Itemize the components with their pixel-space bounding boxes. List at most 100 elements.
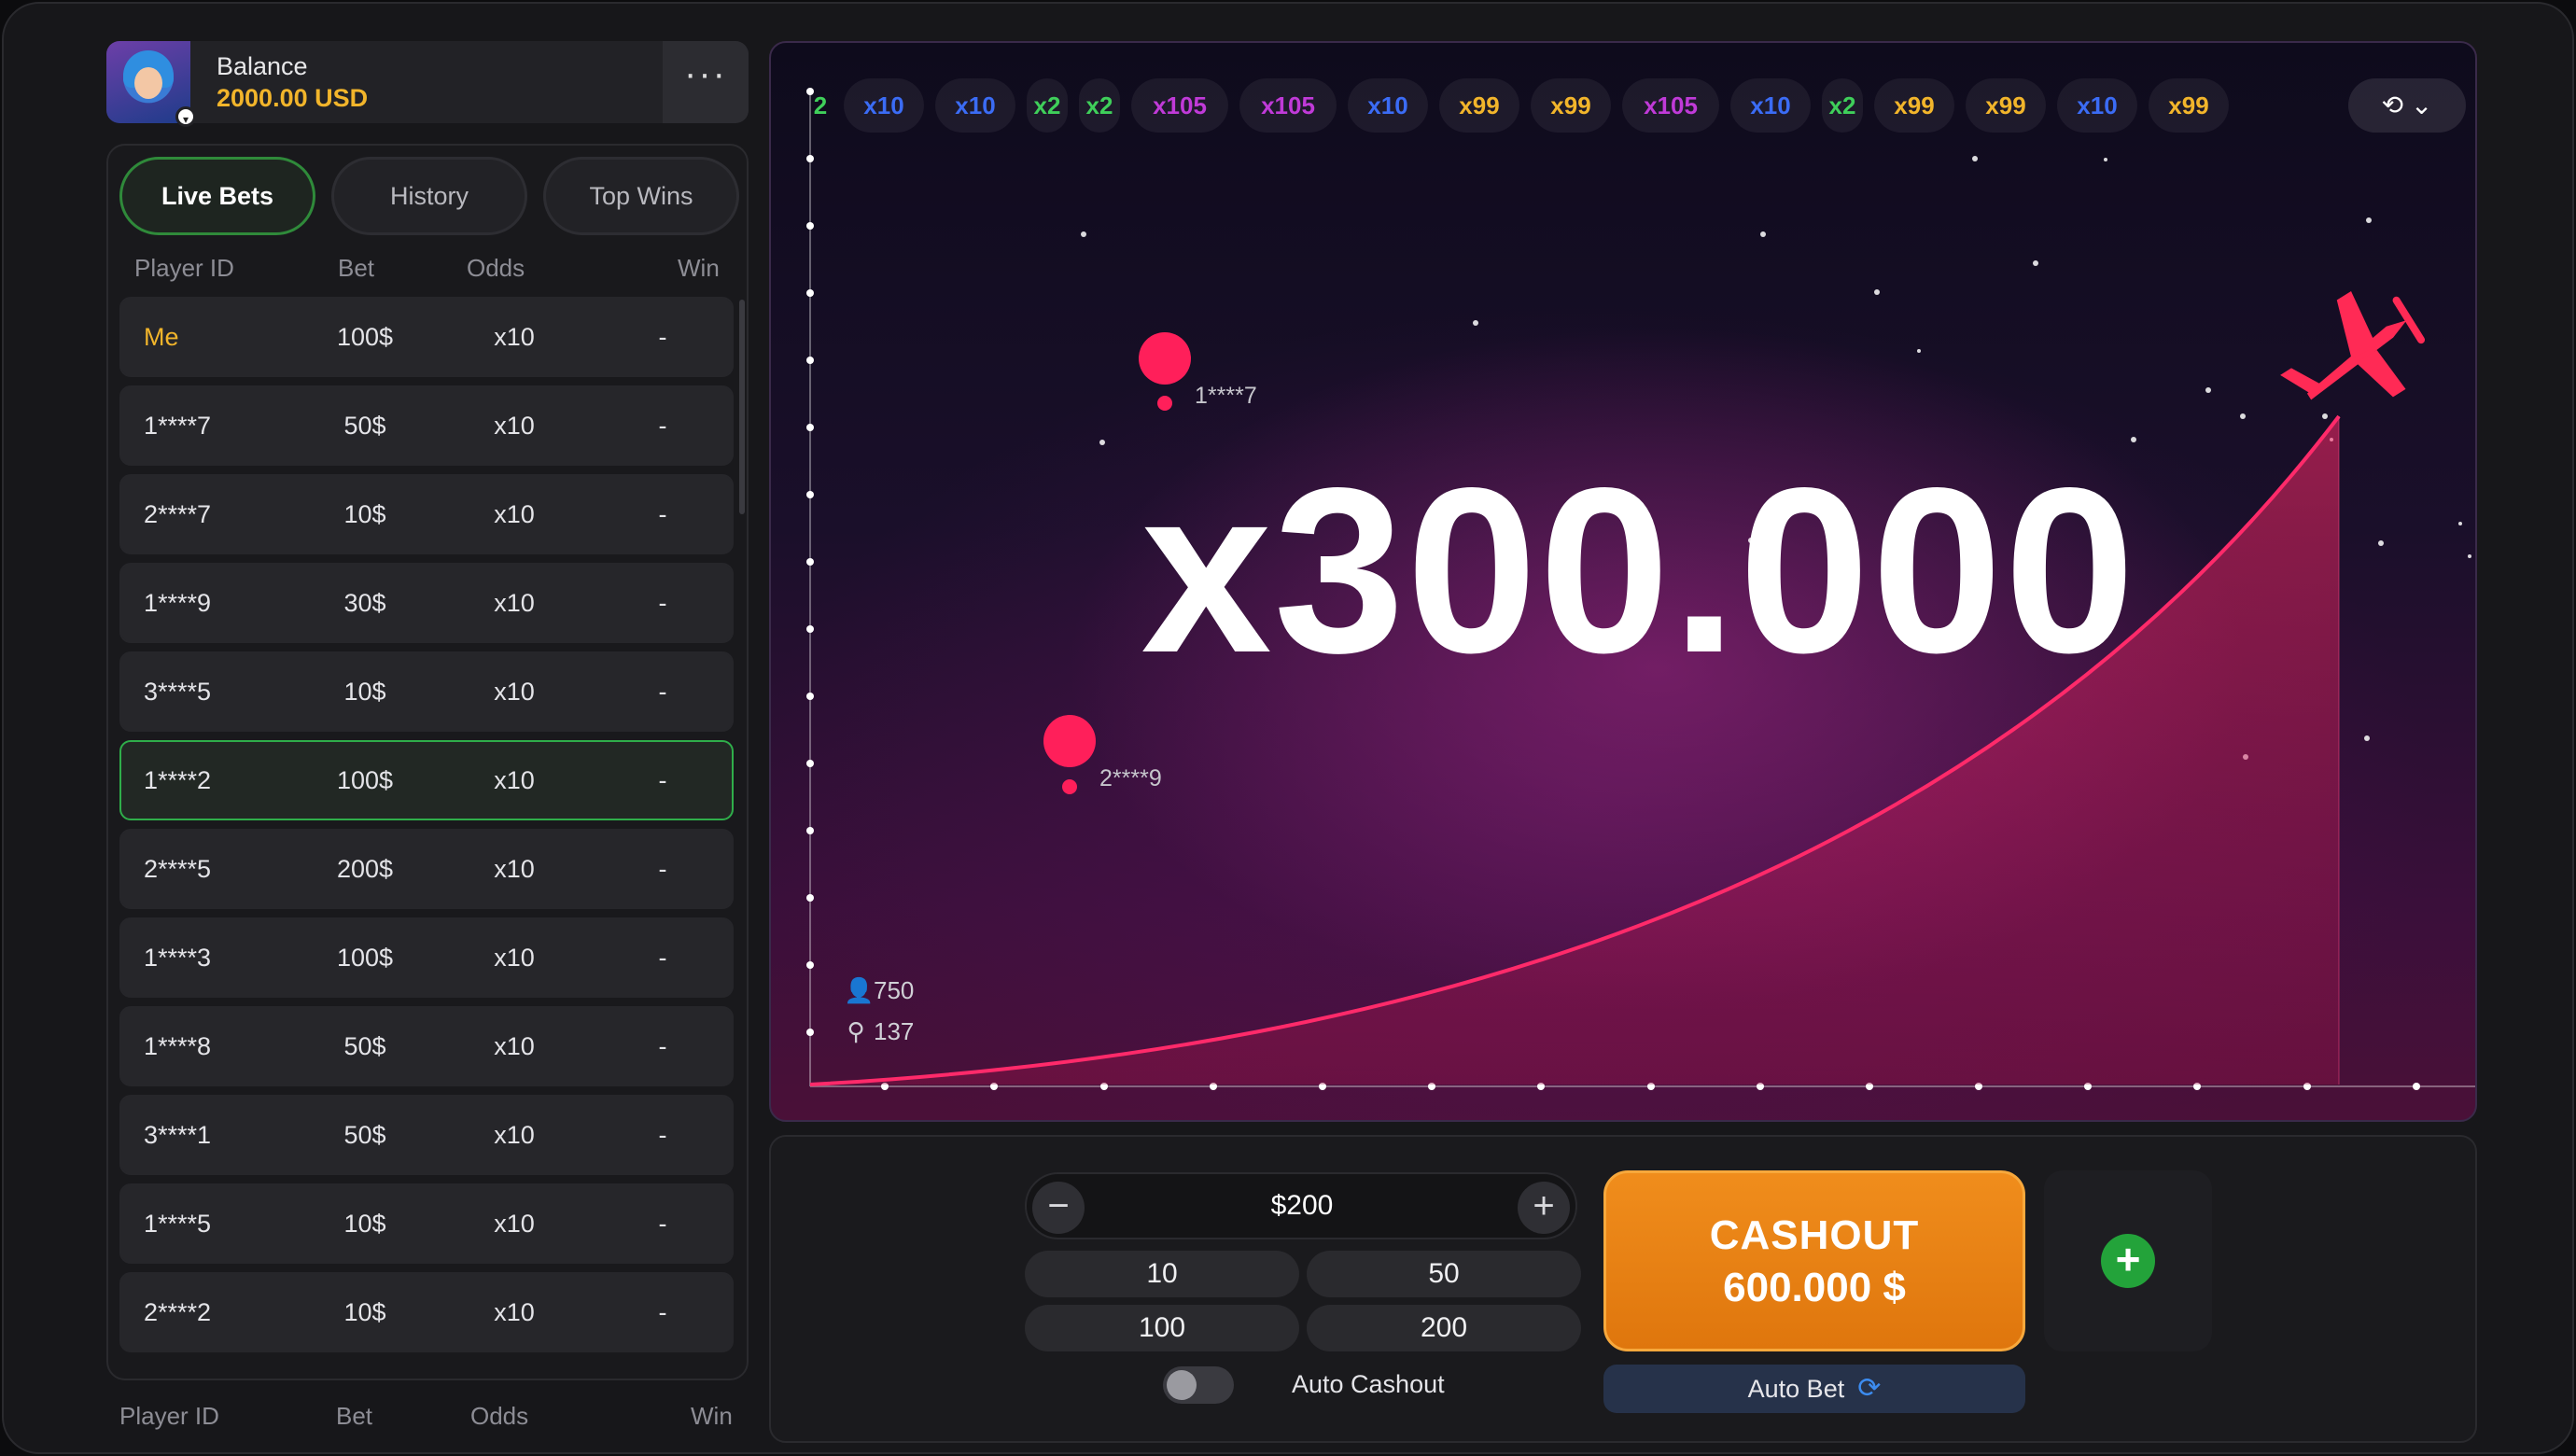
row-bet: 50$ [343,1121,386,1149]
table-row[interactable]: 3****1 50$ x10 - [119,1095,734,1175]
history-chip: x2 [1027,78,1068,133]
column-bet: Bet [338,254,375,282]
add-bet-panel: + [2044,1170,2212,1351]
chevron-down-icon: ⌄ [2410,91,2433,119]
row-player-id: 3****1 [144,1121,212,1149]
row-player-id: 1****9 [144,589,212,617]
table-row[interactable]: 1****7 50$ x10 - [119,385,734,466]
row-player-id: 2****2 [144,1298,212,1326]
row-win: - [658,1121,667,1149]
history-chip: x105 [1622,78,1719,133]
table-row[interactable]: 3****5 10$ x10 - [119,651,734,732]
row-odds: x10 [494,1210,535,1238]
history-chip: x99 [1966,78,2046,133]
table-row[interactable]: 1****2 100$ x10 - [119,740,734,820]
history-chip: x10 [1348,78,1428,133]
bettors-count: ⚲ 137 [844,1017,914,1046]
row-player-id: 2****7 [144,500,212,528]
row-player-id: 1****8 [144,1032,212,1060]
row-odds: x10 [494,766,535,794]
history-clock-icon: ⟲ [2381,91,2404,119]
online-count-value: 750 [874,976,915,1004]
history-chip: x99 [1439,78,1519,133]
tab-history[interactable]: History [331,157,527,235]
online-count: 👤750 [844,976,914,1005]
row-player-id: 1****2 [144,766,212,794]
decrease-amount-button[interactable]: − [1032,1182,1085,1234]
increase-amount-button[interactable]: + [1518,1182,1570,1234]
bet-controls: − $200 + 10 50 100 200 Auto Cashout CASH… [769,1135,2477,1443]
row-win: - [658,589,667,617]
row-bet: 10$ [343,1298,386,1326]
add-bet-button[interactable]: + [2101,1234,2155,1288]
bets-tabs: Live Bets History Top Wins [119,157,739,235]
auto-cashout-toggle[interactable] [1163,1366,1234,1404]
row-win: - [658,855,667,883]
row-bet: 10$ [343,1210,386,1238]
row-bet: 50$ [343,412,386,440]
table-row[interactable]: Me 100$ x10 - [119,297,734,377]
row-bet: 100$ [336,766,394,794]
row-odds: x10 [494,1032,535,1060]
tab-live-bets[interactable]: Live Bets [119,157,315,235]
row-player-id: 2****5 [144,855,212,883]
bet-amount-input[interactable]: $200 [1139,1174,1465,1238]
row-bet: 200$ [336,855,394,883]
row-win: - [658,412,667,440]
bets-panel: Live Bets History Top Wins Player ID Bet… [106,144,749,1380]
quick-amount-10[interactable]: 10 [1025,1251,1299,1297]
sync-icon: ⟳ [1857,1373,1882,1404]
toggle-knob [1167,1370,1197,1400]
row-odds: x10 [494,589,535,617]
row-bet: 100$ [336,944,394,972]
quick-amount-200[interactable]: 200 [1307,1305,1581,1351]
row-odds: x10 [494,323,535,351]
table-row[interactable]: 1****9 30$ x10 - [119,563,734,643]
row-bet: 50$ [343,1032,386,1060]
row-win: - [658,944,667,972]
player-marker-1 [1139,332,1191,385]
row-win: - [658,1298,667,1326]
current-multiplier: x300.000 [1141,440,2137,702]
table-row[interactable]: 1****5 10$ x10 - [119,1183,734,1264]
history-chip: x99 [1531,78,1611,133]
avatar-face [134,67,162,99]
column-player-id: Player ID [134,254,234,282]
player-marker-dot-2 [1062,779,1077,794]
table-row[interactable]: 2****2 10$ x10 - [119,1272,734,1352]
history-dropdown-button[interactable]: ⟲ ⌄ [2348,78,2466,133]
row-player-id: 1****3 [144,944,212,972]
row-win: - [658,766,667,794]
bet-amount-stepper: − $200 + [1025,1172,1577,1239]
cashout-button[interactable]: CASHOUT 600.000 $ [1603,1170,2025,1351]
cashout-amount: 600.000 $ [1723,1265,1906,1310]
row-odds: x10 [494,500,535,528]
row-player-id: Me [144,323,179,351]
auto-bet-button[interactable]: Auto Bet ⟳ [1603,1365,2025,1413]
history-chip: x10 [1730,78,1811,133]
balance-value: 2000.00 USD [217,84,369,112]
row-win: - [658,1032,667,1060]
row-odds: x10 [494,1121,535,1149]
quick-amount-50[interactable]: 50 [1307,1251,1581,1297]
bettors-count-value: 137 [874,1017,915,1045]
history-chip: x105 [1131,78,1228,133]
game-window: ▾ Balance 2000.00 USD ··· Live Bets Hist… [2,2,2574,1454]
table-row[interactable]: 2****7 10$ x10 - [119,474,734,554]
row-player-id: 3****5 [144,678,212,706]
row-win: - [658,678,667,706]
avatar-dropdown-icon[interactable]: ▾ [175,106,196,127]
tab-top-wins[interactable]: Top Wins [543,157,739,235]
table-row[interactable]: 2****5 200$ x10 - [119,829,734,909]
history-chip: x10 [2057,78,2137,133]
table-row[interactable]: 1****3 100$ x10 - [119,917,734,998]
more-menu-button[interactable]: ··· [663,41,749,123]
column-odds: Odds [467,254,525,282]
bets-scrollbar[interactable] [739,300,745,514]
row-odds: x10 [494,678,535,706]
row-player-id: 1****5 [144,1210,212,1238]
quick-amount-100[interactable]: 100 [1025,1305,1299,1351]
footer-column-player-id: Player ID [119,1402,219,1430]
table-row[interactable]: 1****8 50$ x10 - [119,1006,734,1086]
auto-bet-label: Auto Bet [1747,1375,1845,1403]
